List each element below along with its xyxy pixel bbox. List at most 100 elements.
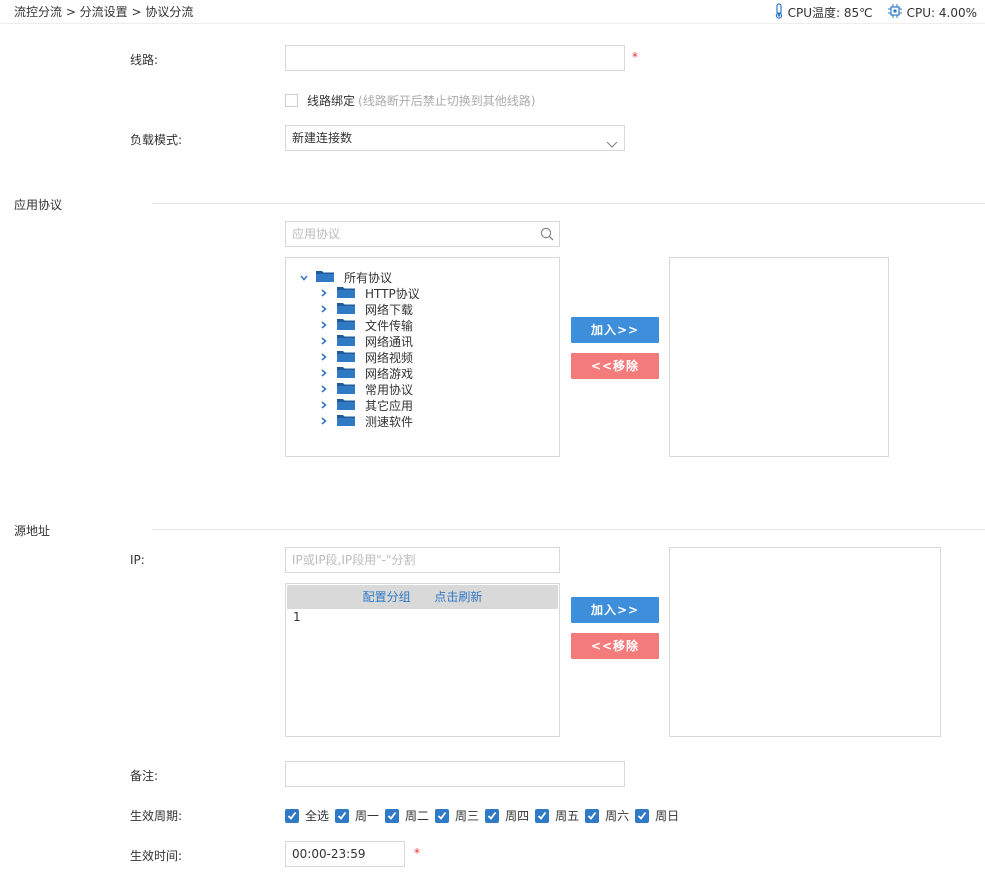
line-bind-hint: (线路断开后禁止切换到其他线路) [358,94,536,108]
period-label: 生效周期: [130,809,183,823]
tree-root[interactable]: 所有协议 [300,269,392,285]
weekday-option-wed[interactable]: 周三 [435,807,479,824]
ip-selected-list[interactable] [669,547,941,737]
app-protocol-section-title: 应用协议 [14,198,63,212]
load-mode-label: 负载模式: [130,133,183,147]
weekday-label: 周四 [505,809,530,823]
line-required-mark: * [632,50,638,64]
checkbox-checked[interactable] [635,808,650,823]
tree-item-label: 网络通讯 [365,334,414,349]
top-bar: 流控分流 > 分流设置 > 协议分流 CPU温度: 85℃ CPU: 4.00% [0,0,985,24]
weekday-option-thu[interactable]: 周四 [485,807,529,824]
folder-icon [337,317,355,334]
status-area: CPU温度: 85℃ CPU: 4.00% [760,3,977,22]
tree-item[interactable]: 网络游戏 [321,365,413,381]
protocol-add-button[interactable]: 加入>> [571,317,659,343]
tree-item[interactable]: HTTP协议 [321,285,420,301]
protocol-tree: 所有协议 HTTP协议 网络下载 文件传输 网络通讯 网络视频 网络游戏 常用协… [286,258,559,456]
weekday-option-fri[interactable]: 周五 [535,807,579,824]
checkbox-checked[interactable] [485,808,500,823]
ip-group-list-line: 1 [293,610,301,624]
folder-icon [316,269,334,286]
tree-item[interactable]: 网络视频 [321,349,413,365]
tree-item-label: 测速软件 [365,414,414,429]
refresh-link[interactable]: 点击刷新 [434,590,482,604]
source-section-title: 源地址 [14,524,51,538]
thermometer-icon [774,3,788,22]
cpu-temp-status: CPU温度: 85℃ [774,3,873,22]
line-label: 线路: [130,53,159,67]
breadcrumb: 流控分流 > 分流设置 > 协议分流 [14,5,194,19]
folder-icon [337,285,355,302]
protocol-tree-box: 所有协议 HTTP协议 网络下载 文件传输 网络通讯 网络视频 网络游戏 常用协… [285,257,560,457]
tree-item[interactable]: 测速软件 [321,413,413,429]
weekday-options: 全选 周一 周二 周三 周四 周五 周六 周日 [285,807,685,824]
tree-item[interactable]: 常用协议 [321,381,413,397]
weekday-label: 周六 [605,809,630,823]
chevron-right-icon[interactable] [321,286,331,300]
ip-label: IP: [130,553,145,567]
checkbox-checked[interactable] [285,808,299,823]
weekday-label: 周五 [555,809,580,823]
checkbox-checked[interactable] [535,808,550,823]
weekday-option-all[interactable]: 全选 [285,807,329,824]
time-input[interactable] [285,841,405,867]
folder-icon [337,349,355,366]
ip-group-header: 配置分组 点击刷新 [287,585,558,609]
checkbox-checked[interactable] [585,808,600,823]
cpu-temp-text: CPU温度: 85℃ [787,6,873,20]
chevron-right-icon[interactable] [321,366,331,380]
weekday-option-tue[interactable]: 周二 [385,807,429,824]
folder-icon [337,365,355,382]
ip-remove-button[interactable]: <<移除 [571,633,659,659]
app-protocol-divider [152,203,985,204]
weekday-label: 全选 [305,809,330,823]
protocol-search-input[interactable] [285,221,560,247]
ip-input[interactable] [285,547,560,573]
cpu-chip-icon [887,3,907,22]
chevron-right-icon[interactable] [321,350,331,364]
line-input[interactable] [285,45,625,71]
protocol-search-wrap [285,221,560,247]
chevron-down-icon [606,133,618,157]
chevron-right-icon[interactable] [321,302,331,316]
protocol-remove-button[interactable]: <<移除 [571,353,659,379]
tree-item-label: 网络下载 [365,302,414,317]
load-mode-value: 新建连接数 [292,131,353,145]
chevron-right-icon[interactable] [321,318,331,332]
ip-add-button[interactable]: 加入>> [571,597,659,623]
weekday-option-sat[interactable]: 周六 [585,807,629,824]
checkbox-checked[interactable] [435,808,450,823]
load-mode-select[interactable]: 新建连接数 [285,125,625,151]
chevron-right-icon[interactable] [321,398,331,412]
remark-input[interactable] [285,761,625,787]
chevron-right-icon[interactable] [321,334,331,348]
weekday-option-sun[interactable]: 周日 [635,807,679,824]
tree-item[interactable]: 网络下载 [321,301,413,317]
folder-icon [337,381,355,398]
time-required-mark: * [414,846,420,860]
weekday-label: 周三 [455,809,480,823]
cpu-usage-text: CPU: 4.00% [906,5,977,20]
chevron-right-icon[interactable] [321,382,331,396]
checkbox-checked[interactable] [335,808,350,823]
time-label: 生效时间: [130,849,183,863]
search-icon[interactable] [540,227,554,244]
tree-item[interactable]: 文件传输 [321,317,413,333]
weekday-label: 周日 [655,809,680,823]
weekday-label: 周一 [355,809,380,823]
chevron-right-icon[interactable] [321,414,331,428]
chevron-down-icon[interactable] [300,270,310,284]
cpu-usage-status: CPU: 4.00% [887,3,977,22]
folder-icon [337,301,355,318]
checkbox-checked[interactable] [385,808,400,823]
tree-item-label: 文件传输 [365,318,414,333]
config-group-link[interactable]: 配置分组 [363,590,411,604]
line-bind-checkbox[interactable] [285,94,298,107]
tree-item[interactable]: 其它应用 [321,397,413,413]
tree-item-label: 网络视频 [365,350,414,365]
weekday-option-mon[interactable]: 周一 [335,807,379,824]
folder-icon [337,413,355,430]
protocol-selected-list[interactable] [669,257,889,457]
tree-item[interactable]: 网络通讯 [321,333,413,349]
